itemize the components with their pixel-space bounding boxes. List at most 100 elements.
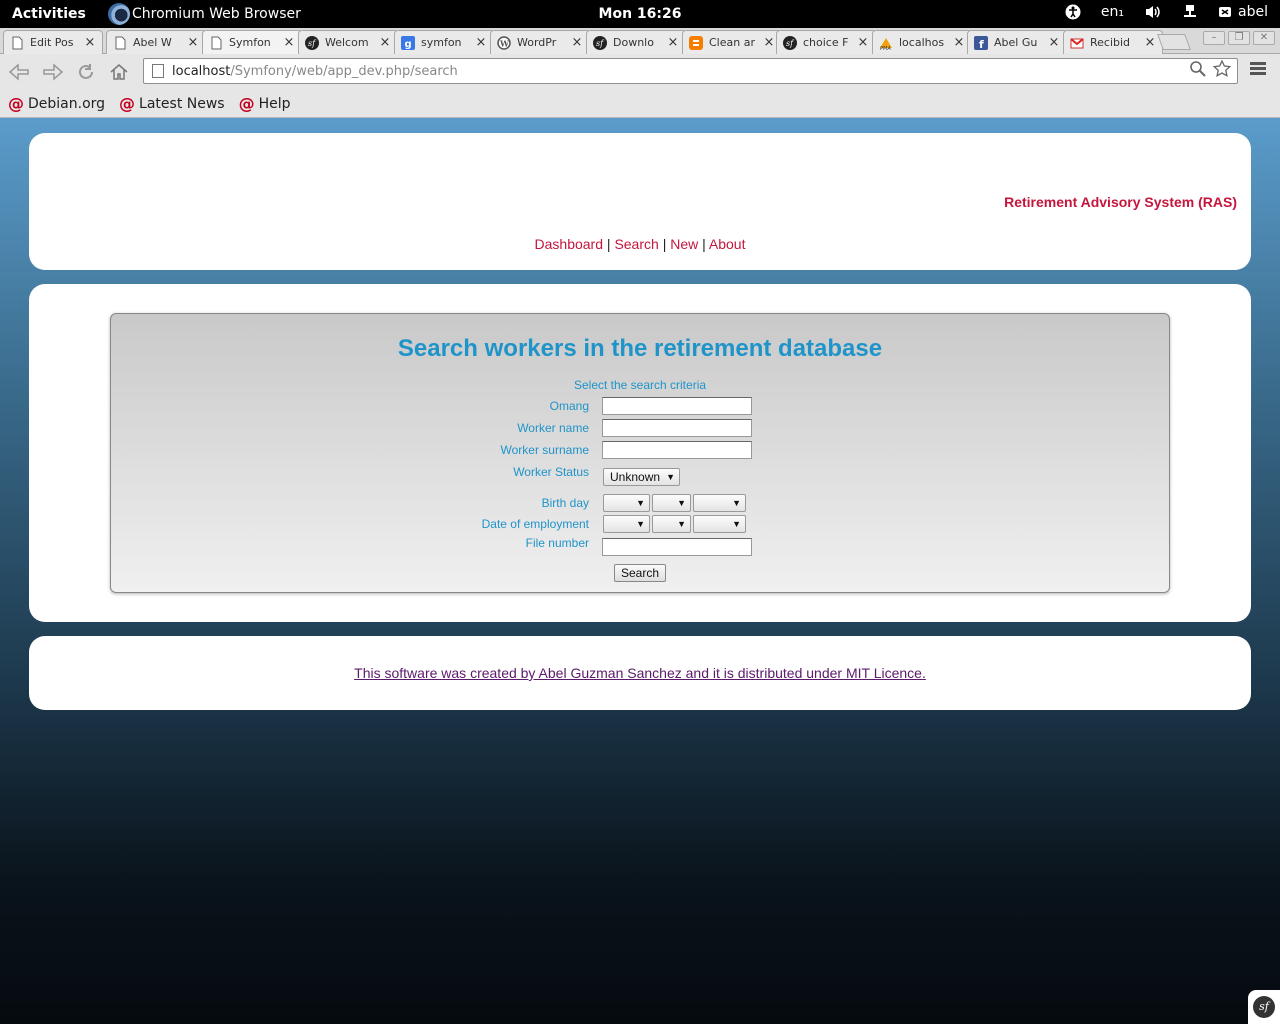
tab-title: Symfon	[229, 36, 271, 49]
close-icon[interactable]: ×	[1144, 35, 1156, 50]
bookmark-debian[interactable]: @ Debian.org	[8, 94, 105, 113]
employment-date-row: Date of employment ▼ ▼ ▼	[111, 515, 1169, 535]
omang-input[interactable]	[602, 397, 752, 415]
tab[interactable]: g symfon ×	[394, 30, 494, 54]
forward-button[interactable]	[40, 60, 66, 84]
file-number-input[interactable]	[602, 538, 752, 556]
bookmark-help[interactable]: @ Help	[239, 94, 291, 113]
maximize-button[interactable]: ❐	[1228, 31, 1250, 45]
home-button[interactable]	[106, 60, 132, 84]
tab-title: localhos	[899, 36, 945, 49]
worker-surname-row: Worker surname	[111, 441, 1169, 461]
reload-button[interactable]	[73, 60, 99, 84]
tab[interactable]: sf Downlo ×	[586, 30, 686, 54]
user-menu[interactable]: abel	[1218, 4, 1268, 20]
wordpress-icon: W	[497, 35, 511, 50]
tab-title: symfon	[421, 36, 462, 49]
close-icon[interactable]: ×	[379, 35, 391, 50]
symfony-icon: sf	[1253, 996, 1275, 1018]
volume-icon[interactable]	[1144, 4, 1162, 20]
nav-dashboard-link[interactable]: Dashboard	[535, 236, 604, 252]
keyboard-layout[interactable]: en₁	[1101, 4, 1124, 20]
dropdown-arrow-icon: ▼	[677, 498, 686, 508]
footer-credits-link[interactable]: This software was created by Abel Guzman…	[29, 665, 1251, 681]
worker-status-select[interactable]: Unknown ▼	[603, 468, 680, 486]
close-icon[interactable]: ×	[475, 35, 487, 50]
facebook-icon: f	[974, 35, 988, 51]
tab-title: Recibid	[1090, 36, 1131, 49]
window-close-button[interactable]: ✕	[1253, 31, 1275, 45]
search-subtitle: Select the search criteria	[573, 378, 707, 392]
worker-name-input[interactable]	[602, 419, 752, 437]
search-button[interactable]: Search	[614, 564, 666, 582]
search-icon[interactable]	[1189, 60, 1207, 82]
tab[interactable]: Recibid ×	[1063, 30, 1163, 54]
gmail-icon	[1070, 36, 1084, 50]
close-icon[interactable]: ×	[953, 35, 965, 50]
symfony-debug-toolbar-toggle[interactable]: sf	[1248, 990, 1280, 1024]
svg-text:PMA: PMA	[880, 46, 891, 50]
employment-month-select[interactable]: ▼	[652, 515, 691, 533]
minimize-button[interactable]: –	[1203, 31, 1225, 45]
symfony-icon: sf	[305, 35, 319, 50]
close-icon[interactable]: ×	[857, 35, 869, 50]
browser-menu-button[interactable]	[1250, 62, 1266, 78]
page-icon	[209, 36, 223, 50]
tab-active[interactable]: Symfon ×	[202, 30, 302, 54]
close-icon[interactable]: ×	[187, 35, 199, 50]
close-icon[interactable]: ×	[667, 35, 679, 50]
tab[interactable]: PMA localhos ×	[872, 30, 972, 54]
dropdown-arrow-icon: ▼	[636, 498, 645, 508]
tab[interactable]: sf Welcom ×	[298, 30, 398, 54]
address-bar[interactable]: localhost/Symfony/web/app_dev.php/search	[143, 58, 1238, 84]
nav-separator: |	[702, 236, 706, 252]
url-text[interactable]: localhost/Symfony/web/app_dev.php/search	[172, 64, 1189, 79]
close-icon[interactable]: ×	[571, 35, 583, 50]
close-icon[interactable]: ×	[763, 35, 775, 50]
birth-day-select[interactable]: ▼	[603, 494, 650, 512]
tab[interactable]: Abel W ×	[106, 30, 206, 54]
close-icon[interactable]: ×	[84, 35, 96, 50]
activities-button[interactable]: Activities	[12, 6, 86, 22]
tab[interactable]: sf choice F ×	[776, 30, 876, 54]
tab[interactable]: f Abel Gu ×	[967, 30, 1067, 54]
nav-new-link[interactable]: New	[670, 236, 698, 252]
app-menu[interactable]: Chromium Web Browser	[108, 3, 301, 25]
debian-swirl-icon: @	[119, 94, 136, 113]
bookmark-latest-news[interactable]: @ Latest News	[119, 94, 225, 113]
tab[interactable]: W WordPr ×	[490, 30, 590, 54]
header-panel: Retirement Advisory System (RAS) Dashboa…	[29, 133, 1251, 270]
dropdown-arrow-icon: ▼	[677, 519, 686, 529]
tab[interactable]: Clean ar ×	[682, 30, 782, 54]
birth-year-select[interactable]: ▼	[693, 494, 746, 512]
employment-year-select[interactable]: ▼	[693, 515, 746, 533]
svg-text:f: f	[979, 38, 984, 50]
home-icon	[110, 64, 128, 80]
accessibility-icon[interactable]	[1065, 4, 1081, 20]
reload-icon	[79, 64, 93, 79]
birth-month-select[interactable]: ▼	[652, 494, 691, 512]
dropdown-arrow-icon: ▼	[666, 472, 675, 482]
symfony-icon: sf	[783, 35, 797, 50]
file-number-row: File number	[111, 536, 1169, 558]
tab-title: Abel W	[133, 36, 172, 49]
back-arrow-icon	[8, 63, 29, 81]
web-page: Retirement Advisory System (RAS) Dashboa…	[0, 118, 1280, 1024]
worker-surname-input[interactable]	[602, 441, 752, 459]
tab-strip: Edit Pos × Abel W × Symfon × sf Welcom × g sym…	[0, 28, 1280, 54]
tab[interactable]: Edit Pos ×	[3, 30, 103, 54]
new-tab-button[interactable]	[1157, 34, 1191, 50]
employment-day-select[interactable]: ▼	[603, 515, 650, 533]
back-button[interactable]	[6, 60, 32, 84]
browser-toolbar: localhost/Symfony/web/app_dev.php/search	[0, 54, 1280, 90]
url-path: /Symfony/web/app_dev.php/search	[230, 63, 458, 79]
close-icon[interactable]: ×	[283, 35, 295, 50]
main-nav: Dashboard | Search | New | About	[29, 236, 1251, 252]
omang-label: Omang	[549, 399, 589, 413]
bookmark-star-icon[interactable]	[1212, 59, 1232, 82]
close-icon[interactable]: ×	[1048, 35, 1060, 50]
nav-search-link[interactable]: Search	[614, 236, 658, 252]
nav-about-link[interactable]: About	[709, 236, 746, 252]
page-icon	[10, 36, 24, 50]
network-icon[interactable]	[1182, 4, 1198, 20]
